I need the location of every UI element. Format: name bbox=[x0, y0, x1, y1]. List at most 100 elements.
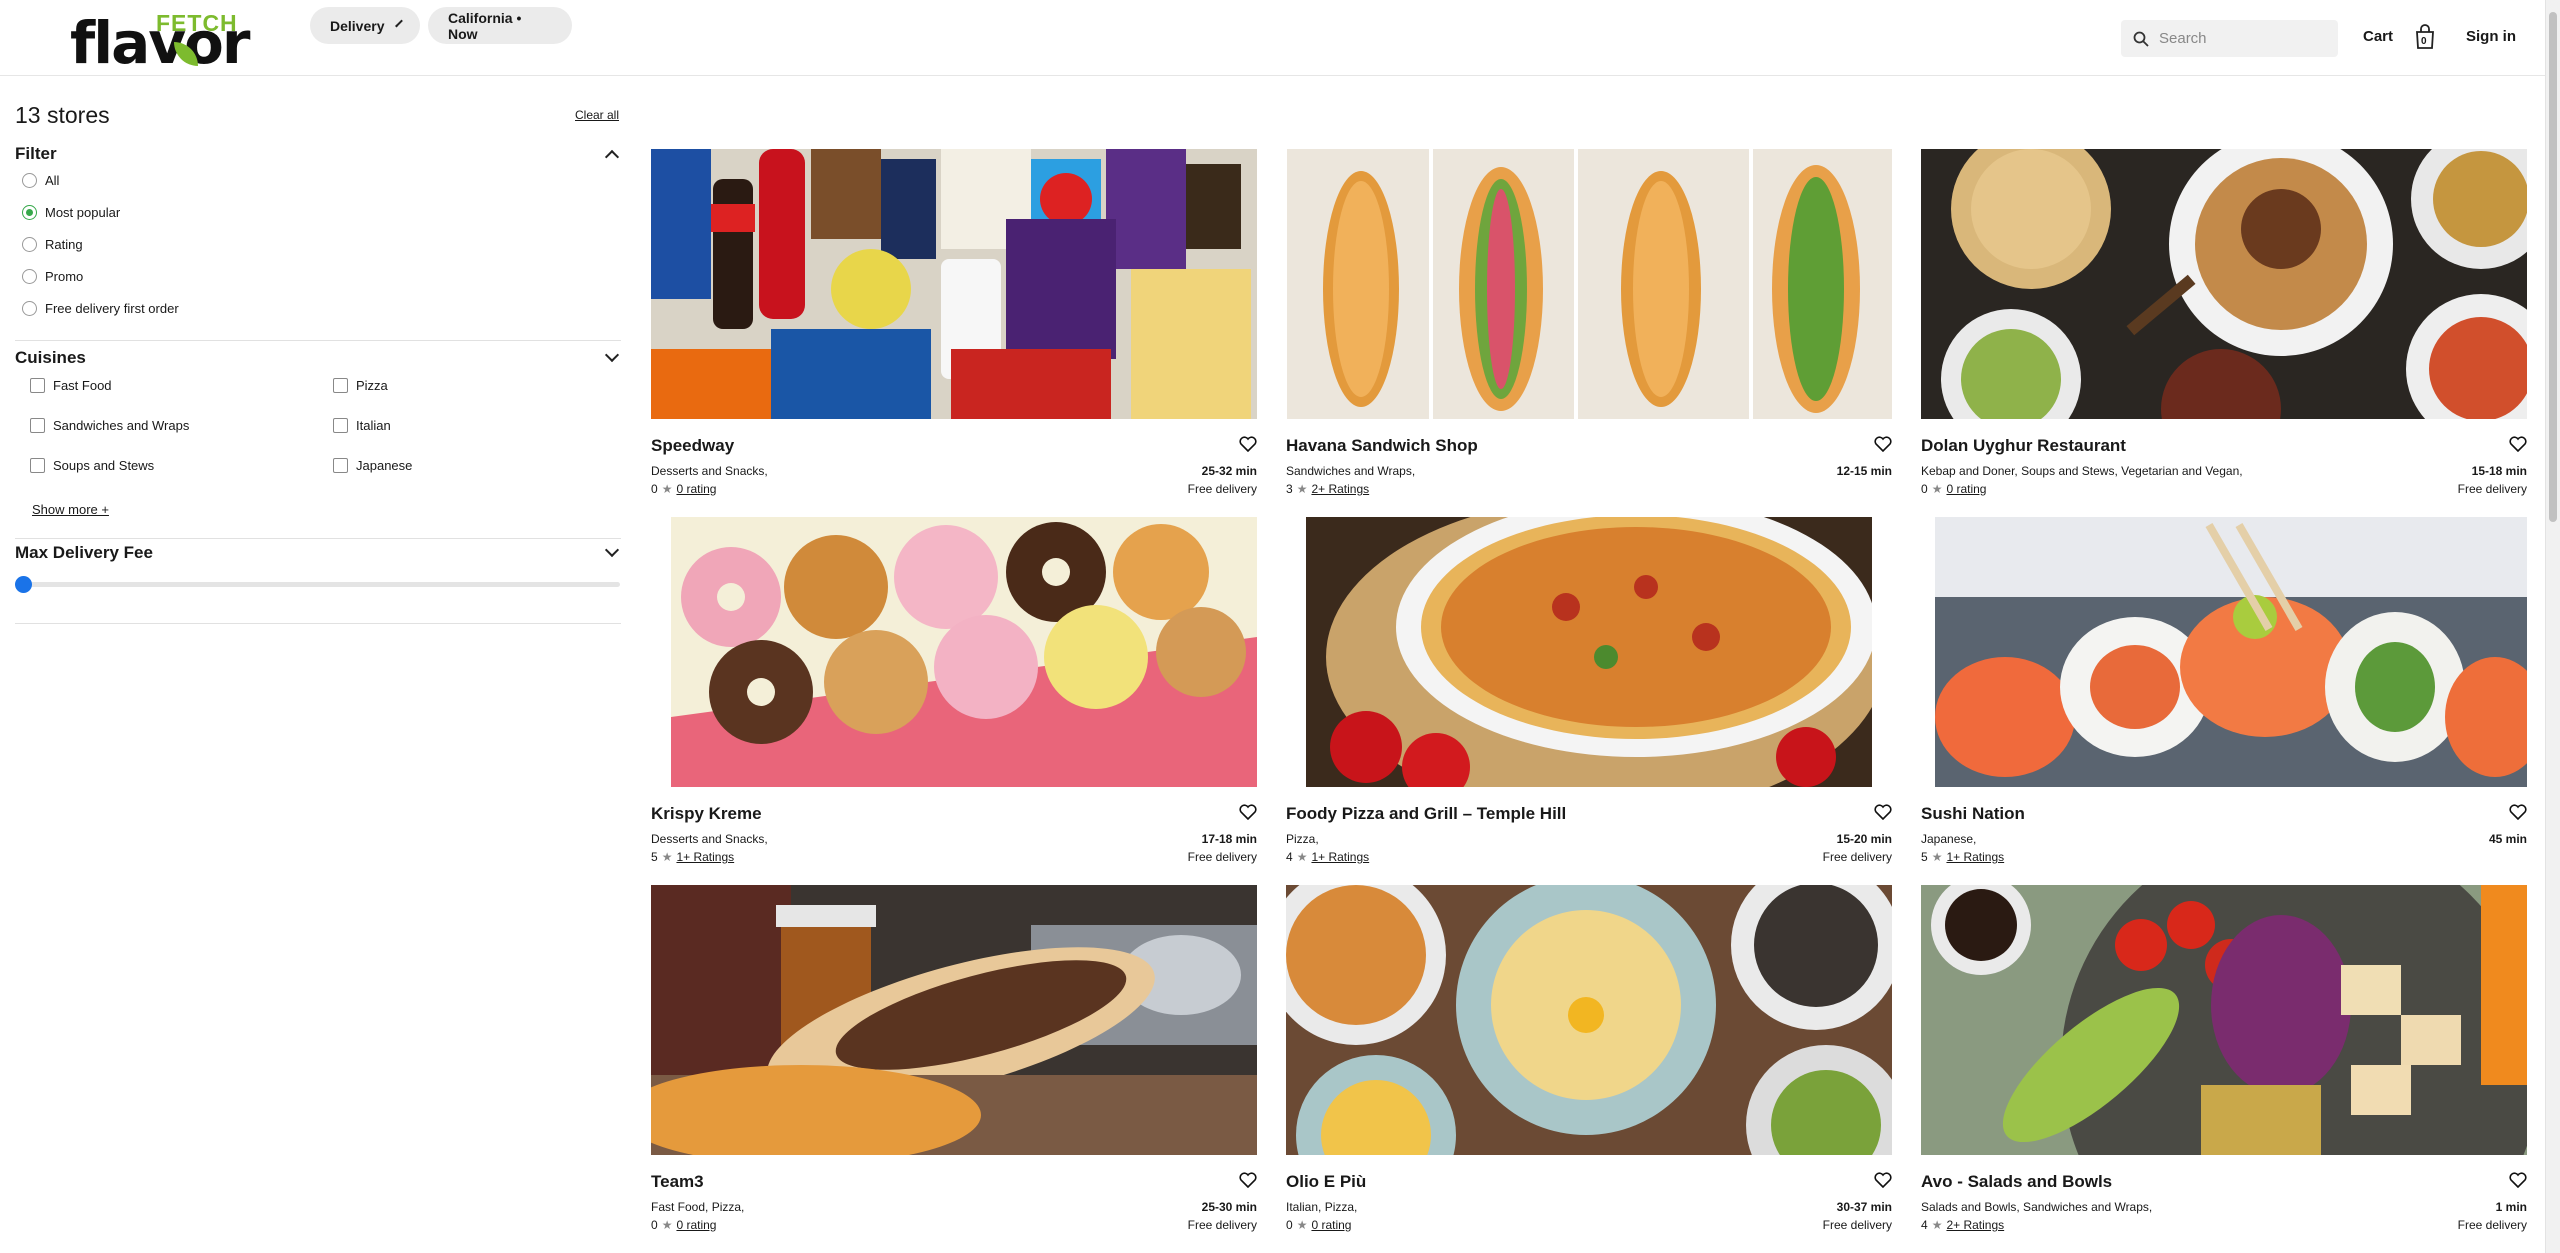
cuisine-option-soups[interactable]: Soups and Stews bbox=[30, 458, 154, 473]
store-image[interactable] bbox=[651, 885, 1257, 1155]
store-card-dolan-uyghur[interactable]: Dolan Uyghur Restaurant Kebap and Doner,… bbox=[1921, 149, 2527, 507]
store-image[interactable] bbox=[1921, 885, 2527, 1155]
radio-free-delivery[interactable] bbox=[22, 301, 37, 316]
cuisine-option-japanese[interactable]: Japanese bbox=[333, 458, 412, 473]
star-icon: ★ bbox=[661, 1218, 673, 1232]
radio-all[interactable] bbox=[22, 173, 37, 188]
cart-bag-icon[interactable]: 0 bbox=[2414, 24, 2436, 50]
heart-icon[interactable] bbox=[2509, 804, 2527, 820]
filter-option-promo[interactable]: Promo bbox=[22, 269, 83, 284]
heart-icon[interactable] bbox=[1874, 804, 1892, 820]
ratings-link[interactable]: 2+ Ratings bbox=[1946, 1218, 2004, 1232]
ratings-link[interactable]: 0 rating bbox=[1946, 482, 1986, 496]
max-delivery-fee-title[interactable]: Max Delivery Fee bbox=[15, 543, 153, 563]
store-name[interactable]: Speedway bbox=[651, 436, 734, 456]
checkbox[interactable] bbox=[30, 378, 45, 393]
store-card-speedway[interactable]: Speedway Desserts and Snacks, 25-32 min … bbox=[651, 149, 1257, 507]
heart-icon[interactable] bbox=[1239, 436, 1257, 452]
chevron-down-icon[interactable] bbox=[604, 347, 620, 363]
sign-in-link[interactable]: Sign in bbox=[2466, 28, 2516, 45]
rating-value: 3 bbox=[1286, 482, 1293, 496]
store-rating: 0 ★ 0 rating bbox=[651, 1218, 716, 1232]
filter-option-free-delivery[interactable]: Free delivery first order bbox=[22, 301, 179, 316]
radio-most-popular[interactable] bbox=[22, 205, 37, 220]
show-more-cuisines-link[interactable]: Show more + bbox=[32, 502, 109, 517]
ratings-link[interactable]: 1+ Ratings bbox=[1946, 850, 2004, 864]
ratings-link[interactable]: 0 rating bbox=[1311, 1218, 1351, 1232]
store-image[interactable] bbox=[1306, 517, 1872, 787]
page-scrollbar[interactable] bbox=[2545, 0, 2560, 1253]
search-input[interactable] bbox=[2159, 30, 2329, 47]
filter-option-most-popular[interactable]: Most popular bbox=[22, 205, 120, 220]
cuisine-option-sandwiches[interactable]: Sandwiches and Wraps bbox=[30, 418, 189, 433]
delivery-fee: Free delivery bbox=[1187, 850, 1257, 864]
cuisine-label: Fast Food bbox=[53, 378, 112, 393]
checkbox[interactable] bbox=[333, 458, 348, 473]
store-card-foody-pizza[interactable]: Foody Pizza and Grill – Temple Hill Pizz… bbox=[1286, 517, 1892, 875]
ratings-link[interactable]: 1+ Ratings bbox=[676, 850, 734, 864]
ratings-link[interactable]: 1+ Ratings bbox=[1311, 850, 1369, 864]
heart-icon[interactable] bbox=[1874, 1172, 1892, 1188]
store-cuisines: Desserts and Snacks, bbox=[651, 832, 768, 846]
filter-option-rating[interactable]: Rating bbox=[22, 237, 83, 252]
star-icon: ★ bbox=[1296, 850, 1308, 864]
heart-icon[interactable] bbox=[2509, 436, 2527, 452]
chevron-down-icon[interactable] bbox=[604, 542, 620, 558]
store-card-havana-sandwich-shop[interactable]: Havana Sandwich Shop Sandwiches and Wrap… bbox=[1286, 149, 1892, 507]
store-image[interactable] bbox=[1286, 149, 1892, 419]
store-name[interactable]: Sushi Nation bbox=[1921, 804, 2025, 824]
heart-icon[interactable] bbox=[2509, 1172, 2527, 1188]
ratings-link[interactable]: 2+ Ratings bbox=[1311, 482, 1369, 496]
location-time-button[interactable]: California • Now bbox=[428, 7, 572, 44]
store-card-avo-salads[interactable]: Avo - Salads and Bowls Salads and Bowls,… bbox=[1921, 885, 2527, 1243]
store-image[interactable] bbox=[1921, 149, 2527, 419]
store-card-team3[interactable]: Team3 Fast Food, Pizza, 25-30 min 0 ★ 0 … bbox=[651, 885, 1257, 1243]
cuisine-option-fast-food[interactable]: Fast Food bbox=[30, 378, 112, 393]
store-card-sushi-nation[interactable]: Sushi Nation Japanese, 45 min 5 ★ 1+ Rat… bbox=[1921, 517, 2527, 875]
filter-section-title[interactable]: Filter bbox=[15, 144, 57, 164]
store-rating: 0 ★ 0 rating bbox=[651, 482, 716, 496]
ratings-link[interactable]: 0 rating bbox=[676, 1218, 716, 1232]
cuisine-option-italian[interactable]: Italian bbox=[333, 418, 391, 433]
filter-option-all[interactable]: All bbox=[22, 173, 59, 188]
location-label: California • Now bbox=[448, 9, 522, 42]
store-name[interactable]: Havana Sandwich Shop bbox=[1286, 436, 1478, 456]
store-name[interactable]: Foody Pizza and Grill – Temple Hill bbox=[1286, 804, 1566, 824]
store-name[interactable]: Team3 bbox=[651, 1172, 704, 1192]
delivery-time: 17-18 min bbox=[1201, 832, 1257, 846]
star-icon: ★ bbox=[1931, 482, 1943, 496]
store-image[interactable] bbox=[671, 517, 1257, 787]
checkbox[interactable] bbox=[333, 418, 348, 433]
store-image[interactable] bbox=[1286, 885, 1892, 1155]
store-name[interactable]: Avo - Salads and Bowls bbox=[1921, 1172, 2112, 1192]
heart-icon[interactable] bbox=[1239, 1172, 1257, 1188]
scrollbar-thumb[interactable] bbox=[2549, 12, 2557, 522]
star-icon: ★ bbox=[1296, 482, 1308, 496]
heart-icon[interactable] bbox=[1239, 804, 1257, 820]
search-box[interactable] bbox=[2121, 20, 2338, 57]
radio-rating[interactable] bbox=[22, 237, 37, 252]
search-icon bbox=[2133, 31, 2149, 47]
delivery-mode-dropdown[interactable]: Delivery bbox=[310, 7, 420, 44]
store-image[interactable] bbox=[651, 149, 1257, 419]
chevron-up-icon[interactable] bbox=[604, 149, 620, 165]
clear-all-link[interactable]: Clear all bbox=[575, 108, 619, 122]
ratings-link[interactable]: 0 rating bbox=[676, 482, 716, 496]
fetch-flavor-logo[interactable]: flavor FETCH bbox=[70, 8, 251, 72]
checkbox[interactable] bbox=[333, 378, 348, 393]
max-fee-slider-track[interactable] bbox=[20, 582, 620, 587]
store-image[interactable] bbox=[1935, 517, 2527, 787]
radio-promo[interactable] bbox=[22, 269, 37, 284]
checkbox[interactable] bbox=[30, 458, 45, 473]
store-card-olio-e-piu[interactable]: Olio E Più Italian, Pizza, 30-37 min 0 ★… bbox=[1286, 885, 1892, 1243]
heart-icon[interactable] bbox=[1874, 436, 1892, 452]
store-name[interactable]: Dolan Uyghur Restaurant bbox=[1921, 436, 2126, 456]
store-name[interactable]: Olio E Più bbox=[1286, 1172, 1366, 1192]
store-name[interactable]: Krispy Kreme bbox=[651, 804, 762, 824]
max-fee-slider-handle[interactable] bbox=[15, 576, 32, 593]
cuisine-option-pizza[interactable]: Pizza bbox=[333, 378, 388, 393]
cuisines-section-title[interactable]: Cuisines bbox=[15, 348, 86, 368]
cart-link[interactable]: Cart bbox=[2363, 28, 2393, 45]
store-card-krispy-kreme[interactable]: Krispy Kreme Desserts and Snacks, 17-18 … bbox=[651, 517, 1257, 875]
checkbox[interactable] bbox=[30, 418, 45, 433]
